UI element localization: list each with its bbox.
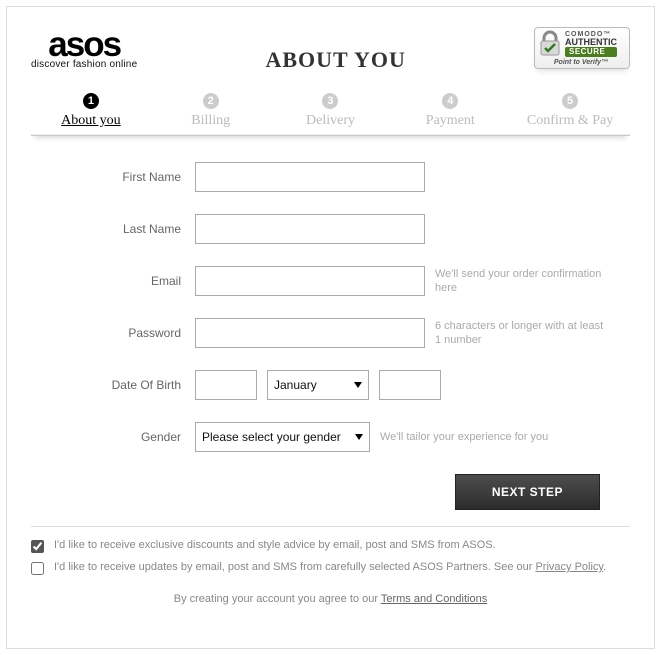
step-number: 5 (562, 93, 578, 109)
email-hint: We'll send your order confirmation here (435, 267, 605, 296)
consent-2-suffix: . (603, 561, 606, 573)
step-number: 4 (442, 93, 458, 109)
secure-sub: Point to Verify™ (554, 59, 608, 66)
step-number: 3 (322, 93, 338, 109)
step-number: 2 (203, 93, 219, 109)
next-step-button[interactable]: NEXT STEP (455, 474, 600, 510)
last-name-input[interactable] (195, 214, 425, 244)
first-name-label: First Name (41, 170, 181, 184)
privacy-policy-link[interactable]: Privacy Policy (535, 561, 603, 573)
step-label: Delivery (304, 113, 357, 129)
step-2[interactable]: 2 Billing (151, 93, 271, 129)
gender-hint: We'll tailor your experience for you (380, 430, 548, 444)
logo-tagline: discover fashion online (31, 60, 137, 70)
step-4[interactable]: 4 Payment (390, 93, 510, 129)
footer-prefix: By creating your account you agree to ou… (174, 593, 381, 605)
step-number: 1 (83, 93, 99, 109)
step-5[interactable]: 5 Confirm & Pay (510, 93, 630, 129)
secure-main: AUTHENTIC (565, 38, 617, 47)
consent-2-checkbox[interactable] (31, 562, 44, 575)
step-1[interactable]: 1 About you (31, 93, 151, 129)
email-label: Email (41, 274, 181, 288)
chevron-down-icon (354, 382, 362, 388)
dob-label: Date Of Birth (41, 378, 181, 392)
footer-note: By creating your account you agree to ou… (31, 593, 630, 605)
dob-day-input[interactable] (195, 370, 257, 400)
progress-steps: 1 About you 2 Billing 3 Delivery 4 Payment 5 Conf… (31, 93, 630, 136)
gender-value: Please select your gender (202, 430, 341, 444)
step-label: Payment (424, 113, 477, 129)
divider (31, 526, 630, 527)
logo-text: asos (48, 27, 120, 62)
gender-select[interactable]: Please select your gender (195, 422, 370, 452)
consent-1-text: I'd like to receive exclusive discounts … (54, 539, 496, 551)
email-input[interactable] (195, 266, 425, 296)
password-hint: 6 characters or longer with at least 1 n… (435, 319, 605, 348)
consent-1[interactable]: I'd like to receive exclusive discounts … (31, 539, 630, 553)
page-title: ABOUT YOU (265, 47, 405, 73)
dob-month-value: January (274, 378, 317, 392)
chevron-down-icon (355, 434, 363, 440)
password-label: Password (41, 326, 181, 340)
first-name-input[interactable] (195, 162, 425, 192)
secure-green: SECURE (565, 47, 617, 57)
step-label: Confirm & Pay (525, 113, 615, 129)
consent-2[interactable]: I'd like to receive updates by email, po… (31, 561, 630, 575)
gender-label: Gender (41, 430, 181, 444)
dob-year-input[interactable] (379, 370, 441, 400)
step-3[interactable]: 3 Delivery (271, 93, 391, 129)
lock-icon (537, 30, 563, 58)
terms-link[interactable]: Terms and Conditions (381, 593, 487, 605)
dob-month-select[interactable]: January (267, 370, 369, 400)
step-label: About you (59, 113, 123, 129)
last-name-label: Last Name (41, 222, 181, 236)
step-label: Billing (189, 113, 232, 129)
brand-logo: asos discover fashion online (31, 27, 137, 70)
secure-badge[interactable]: COMODO™ AUTHENTIC SECURE Point to Verify… (534, 27, 630, 69)
password-input[interactable] (195, 318, 425, 348)
consent-2-prefix: I'd like to receive updates by email, po… (54, 561, 535, 573)
consent-1-checkbox[interactable] (31, 540, 44, 553)
